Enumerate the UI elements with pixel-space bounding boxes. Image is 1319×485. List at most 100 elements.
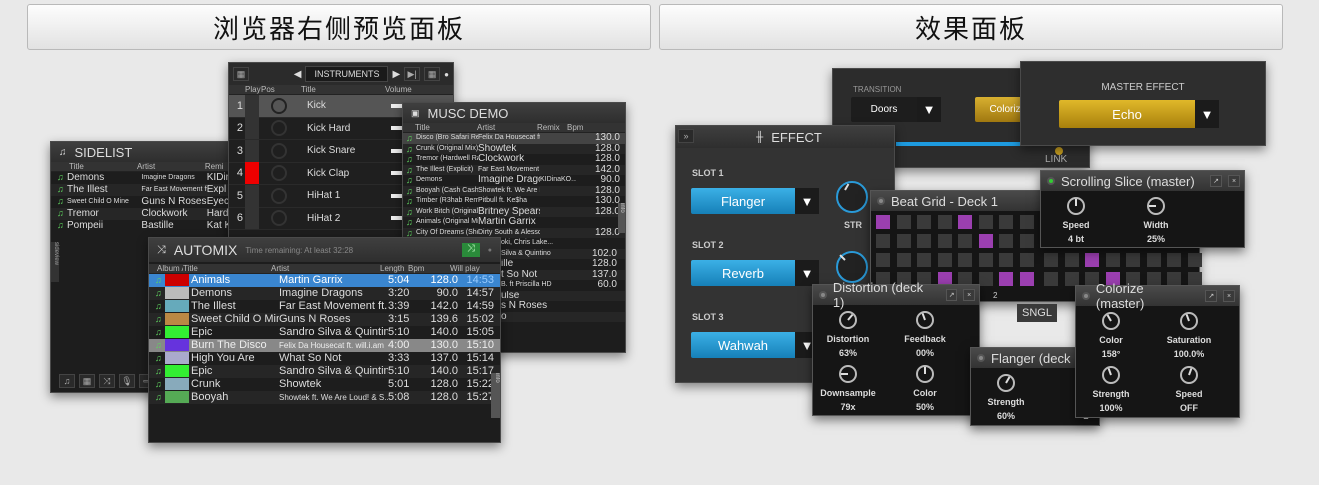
- column-header[interactable]: Title: [415, 123, 477, 132]
- next-icon[interactable]: ▶: [392, 69, 400, 80]
- column-header[interactable]: Album A: [157, 264, 183, 273]
- beat-grid-step[interactable]: [978, 234, 993, 248]
- crossfader-bar[interactable]: [896, 142, 1026, 146]
- beat-grid-step[interactable]: [1187, 253, 1202, 267]
- column-header[interactable]: Will play: [450, 264, 486, 273]
- pin-icon[interactable]: ↗: [1210, 175, 1222, 187]
- power-led-icon[interactable]: [977, 354, 985, 362]
- prev-icon[interactable]: ◀: [294, 69, 302, 80]
- automix-row[interactable]: ♫ Epic Sandro Silva & Quintino 5:10 140.0 15:…: [149, 365, 500, 378]
- beat-grid-step[interactable]: [1085, 253, 1099, 267]
- slot2-knob[interactable]: [836, 251, 868, 283]
- play-pad-button[interactable]: [245, 139, 259, 162]
- automix-row[interactable]: ♫ Crunk Showtek 5:01 128.0 15:22: [149, 378, 500, 391]
- menu-dot-icon[interactable]: ●: [488, 247, 492, 254]
- play-pad-button[interactable]: [245, 162, 259, 185]
- column-header[interactable]: Artist: [477, 123, 537, 132]
- parameter-knob[interactable]: [1147, 197, 1165, 215]
- column-header[interactable]: Bpm: [408, 264, 450, 273]
- beat-grid-step[interactable]: [876, 253, 890, 267]
- parameter-knob[interactable]: [997, 374, 1015, 392]
- automix-row[interactable]: ♫ Booyah Showtek ft. We Are Loud! & S... 5:…: [149, 391, 500, 404]
- automix-row[interactable]: ♫ The Illest Far East Movement ft. 3:39 142.…: [149, 300, 500, 313]
- column-header[interactable]: Remix: [537, 123, 567, 132]
- skip-icon[interactable]: ▶|: [404, 67, 421, 81]
- automix-row[interactable]: ♫ Demons Imagine Dragons 3:20 90.0 14:57: [149, 287, 500, 300]
- list-item[interactable]: ♫ Demons Imagine Dragons KIDin: [51, 172, 234, 184]
- parameter-knob[interactable]: [1102, 312, 1120, 330]
- beat-grid-step[interactable]: [1126, 253, 1140, 267]
- beat-grid-step[interactable]: [917, 234, 931, 248]
- power-led-icon[interactable]: [877, 197, 885, 205]
- beat-grid-step[interactable]: [917, 215, 931, 229]
- automix-row[interactable]: ♫ Animals Martin Garrix 5:04 128.0 14:53: [149, 274, 500, 287]
- list-item[interactable]: ♫Timber (R3hab Remix)Pitbull ft. Ke$ha 13…: [403, 196, 625, 207]
- automix-toggle-button[interactable]: ⤨: [461, 243, 480, 257]
- close-icon[interactable]: ×: [1228, 175, 1240, 187]
- link-label[interactable]: LINK: [1045, 154, 1067, 166]
- beat-grid-step[interactable]: [999, 253, 1013, 267]
- list-item[interactable]: ♫Work Bitch (Original M...Britney Spears…: [403, 206, 625, 217]
- sideview-tab[interactable]: sideview: [51, 242, 59, 282]
- transition-select[interactable]: Doors ▼: [851, 97, 941, 122]
- play-pad-button[interactable]: [245, 207, 259, 230]
- beat-grid-step[interactable]: [978, 253, 993, 267]
- beat-grid-step[interactable]: [896, 253, 911, 267]
- column-header[interactable]: Title: [301, 85, 385, 94]
- beat-grid-step[interactable]: [896, 215, 911, 229]
- column-header[interactable]: Title: [183, 264, 271, 273]
- play-pad-button[interactable]: [245, 94, 259, 117]
- list-item[interactable]: ♫ The Illest Far East Movement ft. Expl: [51, 184, 234, 196]
- sngl-button[interactable]: SNGL: [1017, 304, 1057, 322]
- beat-grid-step[interactable]: [1064, 253, 1079, 267]
- beat-grid-step[interactable]: [1167, 253, 1181, 267]
- parameter-knob[interactable]: [1180, 366, 1198, 384]
- grid-icon[interactable]: ▦: [79, 374, 95, 388]
- close-icon[interactable]: ×: [1223, 290, 1235, 302]
- parameter-knob[interactable]: [1180, 312, 1198, 330]
- list-item[interactable]: ♫ Pompeii Bastille Kat Ki: [51, 220, 234, 232]
- beat-grid-step[interactable]: [958, 253, 972, 267]
- column-header[interactable]: Pos: [261, 85, 301, 94]
- beat-grid-step[interactable]: [958, 215, 972, 229]
- pin-icon[interactable]: ↗: [945, 289, 958, 301]
- grid-icon[interactable]: ▦: [233, 67, 249, 81]
- list-item[interactable]: ♫ Tremor Clockwork Hardw: [51, 208, 234, 220]
- parameter-knob[interactable]: [916, 311, 934, 329]
- beat-grid-step[interactable]: [876, 234, 890, 248]
- beat-grid-step[interactable]: [958, 234, 972, 248]
- beat-grid-step[interactable]: [1044, 253, 1058, 267]
- slot-effect-select[interactable]: Flanger ▼: [691, 188, 819, 214]
- add-icon[interactable]: ♫: [59, 374, 75, 388]
- beat-grid-step[interactable]: [1019, 215, 1034, 229]
- beat-grid-step[interactable]: [1019, 272, 1034, 286]
- list-item[interactable]: ♫ Animals (Original Mix) Martin Garrix: [403, 217, 625, 228]
- beat-grid-step[interactable]: [978, 215, 993, 229]
- beat-grid-step[interactable]: [937, 215, 952, 229]
- parameter-knob[interactable]: [916, 365, 934, 383]
- column-header[interactable]: Bpm: [567, 123, 607, 132]
- list-item[interactable]: ♫ The Illest (Explicit) Far East Movement …: [403, 164, 625, 175]
- beat-grid-step[interactable]: [876, 215, 890, 229]
- shuffle-icon[interactable]: ⤨: [99, 374, 115, 388]
- list-item[interactable]: ♫ Crunk (Original Mix) Showtek 128.0: [403, 143, 625, 154]
- power-led-icon[interactable]: [819, 291, 827, 299]
- info-tab[interactable]: info: [618, 203, 625, 233]
- automix-row[interactable]: ♫ Epic Sandro Silva & Quintino 5:10 140.0 15:…: [149, 326, 500, 339]
- beat-grid-step[interactable]: [999, 234, 1013, 248]
- menu-dot-icon[interactable]: ●: [444, 70, 449, 79]
- beat-grid-step[interactable]: [999, 272, 1013, 286]
- slot-effect-select[interactable]: Wahwah ▼: [691, 332, 819, 358]
- beat-grid-step[interactable]: [917, 253, 931, 267]
- parameter-knob[interactable]: [1067, 197, 1085, 215]
- column-header[interactable]: Play: [245, 85, 261, 94]
- column-header[interactable]: Artist: [271, 264, 380, 273]
- list-item[interactable]: ♫Demons Imagine DragonsKIDinaKO... 90.0: [403, 175, 625, 186]
- beat-grid-step[interactable]: [1146, 253, 1161, 267]
- beat-grid-step[interactable]: [937, 253, 952, 267]
- collapse-icon[interactable]: »: [678, 129, 694, 143]
- slot-effect-select[interactable]: Reverb ▼: [691, 260, 819, 286]
- column-header[interactable]: Volume: [385, 85, 425, 94]
- beat-grid-step[interactable]: [1019, 253, 1034, 267]
- pin-icon[interactable]: ↗: [1205, 290, 1218, 302]
